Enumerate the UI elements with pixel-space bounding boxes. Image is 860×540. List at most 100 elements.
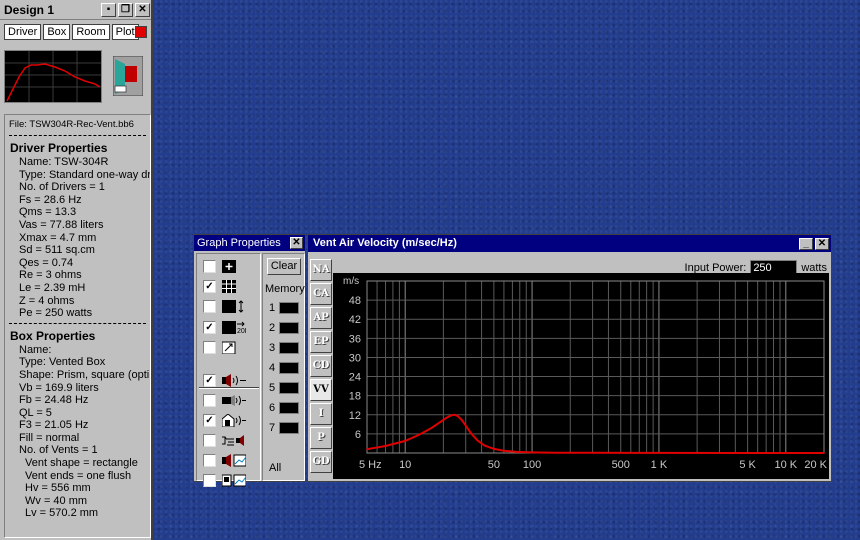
graph-options-panel: ✓ ✓ 20K ✓ ✓ xyxy=(196,253,261,487)
y-tick-label: 6 xyxy=(355,429,361,441)
vent-window-title-text: Vent Air Velocity (m/sec/Hz) xyxy=(313,237,457,249)
y-tick-label: 12 xyxy=(349,410,361,422)
design-window: Design 1 ▪ ❐ ✕ Driver Box Room Plot File… xyxy=(0,0,153,540)
tab-ap[interactable]: AP xyxy=(310,307,332,329)
tab-vv[interactable]: VV xyxy=(310,379,332,401)
memory-slot[interactable]: 7 xyxy=(269,422,300,434)
graph-option-checkbox[interactable]: ✓ xyxy=(203,414,216,427)
data-point xyxy=(470,432,472,435)
property-line: Xmax = 4.7 mm xyxy=(19,231,97,244)
y-tick-label: 30 xyxy=(349,352,361,364)
memory-slot-swatch[interactable] xyxy=(279,342,300,354)
data-point xyxy=(483,444,486,447)
tab-ca[interactable]: CA xyxy=(310,283,332,305)
memory-slot-swatch[interactable] xyxy=(279,302,300,314)
graph-properties-title: Graph Properties xyxy=(194,235,305,251)
property-line: Wv = 40 mm xyxy=(25,494,88,507)
graph-option-checkbox[interactable]: ✓ xyxy=(203,374,216,387)
tab-driver[interactable]: Driver xyxy=(4,24,42,40)
memory-slot-number: 1 xyxy=(269,302,276,314)
tab-i[interactable]: I xyxy=(310,403,332,425)
room-output-icon xyxy=(222,414,246,427)
data-point xyxy=(464,424,467,427)
separator xyxy=(9,322,146,324)
graph-option-row xyxy=(203,260,246,273)
memory-panel: Clear Memory 1 2 3 4 5 6 7 All xyxy=(262,253,305,481)
memory-slot-number: 4 xyxy=(269,362,276,374)
graph-option-checkbox[interactable]: ✓ xyxy=(203,321,216,334)
property-line: Le = 2.39 mH xyxy=(19,281,86,294)
y-tick-label: 48 xyxy=(349,295,361,307)
memory-slot[interactable]: 1 xyxy=(269,302,300,314)
graph-option-checkbox[interactable] xyxy=(203,394,216,407)
tab-cd[interactable]: CD xyxy=(310,355,332,377)
memory-slot[interactable]: 2 xyxy=(269,322,300,334)
memory-slot[interactable]: 6 xyxy=(269,402,300,414)
property-line: Re = 3 ohms xyxy=(19,269,82,282)
tab-room[interactable]: Room xyxy=(72,24,110,40)
y-tick-label: 24 xyxy=(349,372,361,384)
properties-panel: File: TSW304R-Rec-Vent.bb6 Driver Proper… xyxy=(4,114,151,538)
memory-slot[interactable]: 5 xyxy=(269,382,300,394)
graph-option-row xyxy=(203,454,246,467)
property-line: Type: Standard one-way driver xyxy=(19,168,151,181)
close-icon[interactable]: ✕ xyxy=(290,237,303,249)
graph-option-checkbox[interactable] xyxy=(203,300,216,313)
graph-option-checkbox[interactable] xyxy=(203,454,216,467)
y-tick-label: 18 xyxy=(349,391,361,403)
data-point xyxy=(404,440,406,442)
graph-option-checkbox[interactable]: ✓ xyxy=(203,280,216,293)
graph-option-checkbox[interactable] xyxy=(203,474,216,487)
clear-button[interactable]: Clear xyxy=(267,258,301,275)
input-power-unit: watts xyxy=(801,261,827,274)
close-icon[interactable]: ✕ xyxy=(135,3,150,17)
property-line: F3 = 21.05 Hz xyxy=(19,419,89,432)
memory-slot-number: 6 xyxy=(269,402,276,414)
graph-option-checkbox[interactable] xyxy=(203,341,216,354)
vent-properties-list: Vent shape = rectangle Vent ends = one fl… xyxy=(5,457,150,520)
x-tick-label: 10 K xyxy=(774,459,797,471)
data-point xyxy=(439,420,442,423)
plot-color-swatch[interactable] xyxy=(135,26,147,38)
property-line: Fs = 28.6 Hz xyxy=(19,193,82,206)
box-cabinet-icon[interactable] xyxy=(113,56,143,96)
file-name: File: TSW304R-Rec-Vent.bb6 xyxy=(9,119,134,130)
property-line: Pe = 250 watts xyxy=(19,307,93,320)
data-point xyxy=(746,452,749,454)
property-line: Vent ends = one flush xyxy=(25,469,132,482)
memory-all-button[interactable]: All xyxy=(269,462,281,474)
tab-gd[interactable]: GD xyxy=(310,451,332,473)
graph-option-row xyxy=(203,434,246,447)
data-point xyxy=(384,445,387,447)
memory-slot-swatch[interactable] xyxy=(279,422,300,434)
horn-output-icon xyxy=(222,395,246,406)
memory-label: Memory xyxy=(265,283,305,295)
memory-slot-number: 3 xyxy=(269,342,276,354)
memory-slot[interactable]: 3 xyxy=(269,342,300,354)
tab-box[interactable]: Box xyxy=(43,24,71,40)
tab-p[interactable]: P xyxy=(310,427,332,449)
x-tick-label: 20 K xyxy=(804,459,827,471)
memory-slot-swatch[interactable] xyxy=(279,362,300,374)
memory-slot[interactable]: 4 xyxy=(269,362,300,374)
data-point xyxy=(366,448,368,450)
y-tick-label: 36 xyxy=(349,333,361,345)
minimize-icon[interactable]: _ xyxy=(799,238,813,250)
data-point xyxy=(445,417,447,419)
vent-window-title: Vent Air Velocity (m/sec/Hz) xyxy=(308,235,831,252)
memory-slot-swatch[interactable] xyxy=(279,382,300,394)
graph-option-checkbox[interactable] xyxy=(203,434,216,447)
memory-slot-swatch[interactable] xyxy=(279,322,300,334)
driver-properties-header: Driver Properties xyxy=(10,141,108,155)
x-tick-label: 1 K xyxy=(651,459,668,471)
restore-icon[interactable]: ❐ xyxy=(118,3,133,17)
graph-option-checkbox[interactable] xyxy=(203,260,216,273)
tab-ep[interactable]: EP xyxy=(310,331,332,353)
memory-slot-swatch[interactable] xyxy=(279,402,300,414)
response-thumbnail[interactable] xyxy=(4,50,102,103)
close-icon[interactable]: ✕ xyxy=(815,238,829,250)
input-power-label: Input Power: xyxy=(684,261,747,274)
data-point xyxy=(515,451,518,453)
save-icon[interactable]: ▪ xyxy=(101,3,116,17)
tab-na[interactable]: NA xyxy=(310,259,332,281)
